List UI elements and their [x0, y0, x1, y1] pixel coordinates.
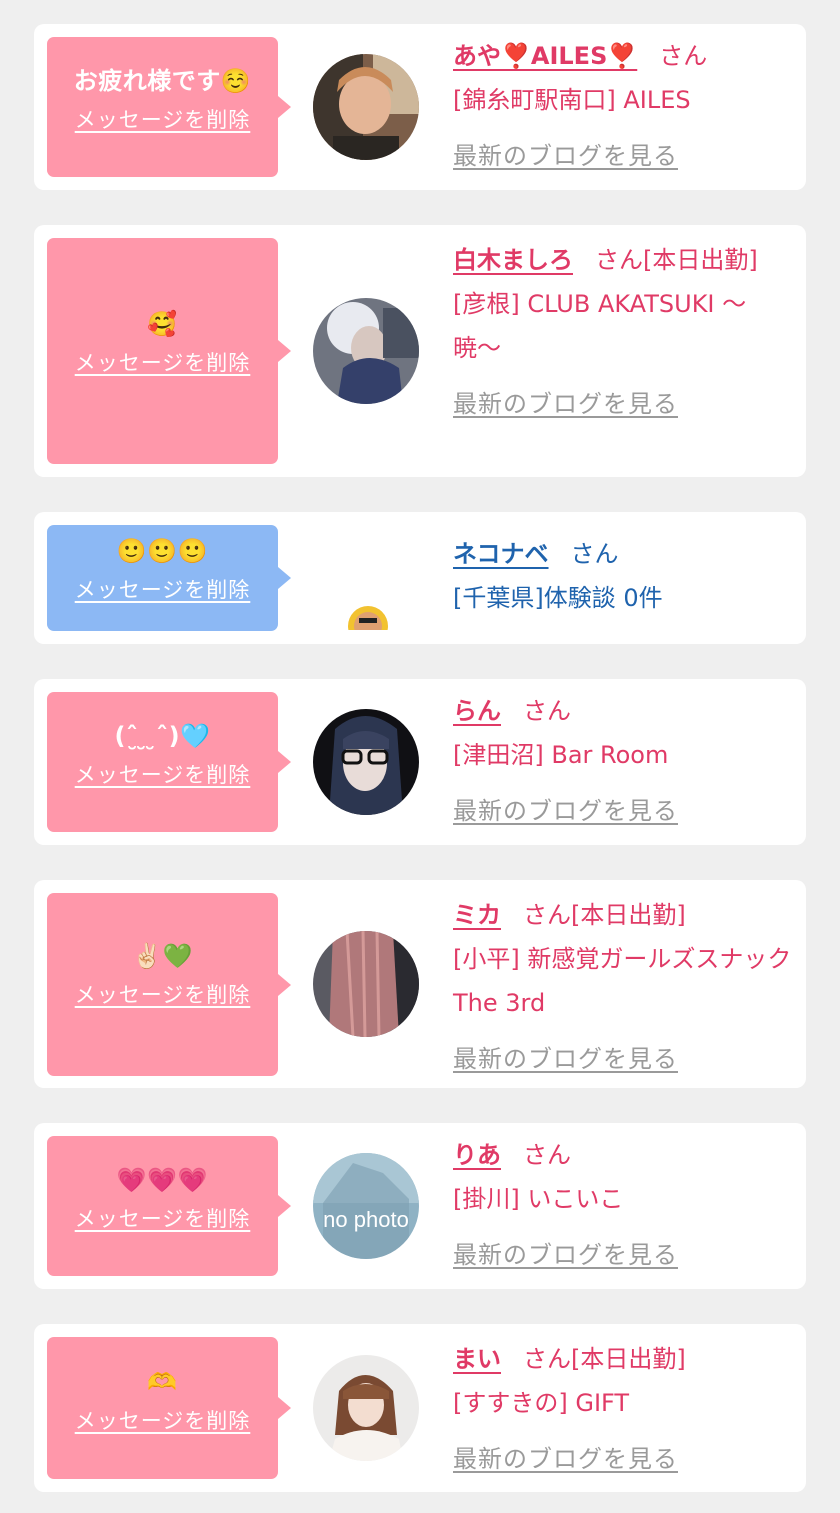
list-item: 🙂🙂🙂 メッセージを削除 ネコナベ さん [千葉県]体験談 0件: [34, 512, 806, 644]
girl-name-link[interactable]: ミカ: [453, 901, 501, 929]
avatar[interactable]: [313, 1355, 419, 1461]
shop-label: [錦糸町駅南口] AILES: [453, 86, 691, 114]
message-bubble: ✌🏻💚 メッセージを削除: [47, 893, 291, 1076]
honorific-label: さん: [570, 540, 619, 568]
message-text: ✌🏻💚: [132, 942, 193, 970]
shop-label: [小平] 新感覚ガールズスナック The 3rd: [453, 945, 792, 1017]
list-item: ✌🏻💚 メッセージを削除 ミカ さん[本日出勤] [小平] 新感覚ガールズスナック…: [34, 880, 806, 1088]
small-emoji-avatar[interactable]: [347, 604, 389, 630]
girl-info: りあ さん [掛川] いこいこ 最新のブログを見る: [453, 1133, 793, 1277]
message-text: 🙂🙂🙂: [116, 537, 209, 565]
message-bubble: お疲れ様です☺️ メッセージを削除: [47, 37, 291, 177]
girl-name-link[interactable]: りあ: [453, 1141, 501, 1169]
message-text: 🫶: [147, 1368, 178, 1396]
delete-message-link[interactable]: メッセージを削除: [75, 107, 251, 133]
girl-name-link[interactable]: らん: [453, 697, 501, 725]
delete-message-link[interactable]: メッセージを削除: [75, 1206, 251, 1232]
girl-name-link[interactable]: 白木ましろ: [453, 246, 573, 274]
avatar[interactable]: [313, 298, 419, 404]
honorific-label: さん: [523, 697, 571, 725]
honorific-label: さん: [523, 901, 571, 929]
honorific-label: さん: [523, 1345, 571, 1373]
message-bubble: 💗💗💗 メッセージを削除: [47, 1136, 291, 1276]
delete-message-link[interactable]: メッセージを削除: [75, 982, 251, 1008]
message-bubble: 🙂🙂🙂 メッセージを削除: [47, 525, 291, 631]
delete-message-link[interactable]: メッセージを削除: [75, 1408, 251, 1434]
shop-label: [彦根] CLUB AKATSUKI 〜暁〜: [453, 290, 747, 362]
delete-message-link[interactable]: メッセージを削除: [75, 350, 251, 376]
reviewer-info: ネコナベ さん [千葉県]体験談 0件: [453, 532, 793, 620]
list-item: 🥰 メッセージを削除 白木ましろ さん[本日出勤] [彦根] CLUB AKATS…: [34, 225, 806, 477]
list-item: 🫶 メッセージを削除 まい さん[本日出勤] [すすきの] GIFT 最新のブログ…: [34, 1324, 806, 1492]
message-bubble: 🫶 メッセージを削除: [47, 1337, 291, 1479]
message-text: 💗💗💗: [116, 1166, 209, 1194]
girl-name-link[interactable]: まい: [453, 1345, 501, 1373]
list-item: 💗💗💗 メッセージを削除 no photo りあ さん [掛川] いこいこ 最新の…: [34, 1123, 806, 1289]
girl-info: 白木ましろ さん[本日出勤] [彦根] CLUB AKATSUKI 〜暁〜 最新の…: [453, 238, 793, 426]
delete-message-link[interactable]: メッセージを削除: [75, 577, 251, 603]
girl-info: まい さん[本日出勤] [すすきの] GIFT 最新のブログを見る: [453, 1337, 793, 1481]
no-photo-text: no photo: [323, 1207, 409, 1232]
honorific-label: さん: [659, 42, 708, 70]
girl-info: らん さん [津田沼] Bar Room 最新のブログを見る: [453, 689, 793, 833]
list-item: (ˆ̮ ̮ ̮ˆ)🩵 メッセージを削除 らん さん [津田沼] Bar Room …: [34, 679, 806, 845]
latest-blog-link[interactable]: 最新のブログを見る: [453, 1037, 678, 1081]
avatar[interactable]: no photo: [313, 1153, 419, 1259]
message-text: お疲れ様です☺️: [73, 67, 252, 95]
message-list: お疲れ様です☺️ メッセージを削除 あや❣️AILES❣️ さん [錦糸町駅南口]…: [0, 0, 840, 1513]
avatar[interactable]: [313, 931, 419, 1037]
reviewer-name-link[interactable]: ネコナベ: [453, 540, 549, 568]
message-bubble: (ˆ̮ ̮ ̮ˆ)🩵 メッセージを削除: [47, 692, 291, 832]
shop-label: [津田沼] Bar Room: [453, 741, 669, 769]
delete-message-link[interactable]: メッセージを削除: [75, 762, 251, 788]
message-text: 🥰: [147, 310, 178, 338]
latest-blog-link[interactable]: 最新のブログを見る: [453, 789, 678, 833]
avatar[interactable]: [313, 54, 419, 160]
latest-blog-link[interactable]: 最新のブログを見る: [453, 134, 678, 178]
message-bubble: 🥰 メッセージを削除: [47, 238, 291, 464]
attendance-status: [本日出勤]: [571, 901, 686, 929]
honorific-label: さん: [523, 1141, 571, 1169]
shop-label: [掛川] いこいこ: [453, 1185, 624, 1213]
honorific-label: さん: [595, 246, 643, 274]
attendance-status: [本日出勤]: [643, 246, 758, 274]
latest-blog-link[interactable]: 最新のブログを見る: [453, 1437, 678, 1481]
list-item: お疲れ様です☺️ メッセージを削除 あや❣️AILES❣️ さん [錦糸町駅南口]…: [34, 24, 806, 190]
avatar[interactable]: [313, 709, 419, 815]
shop-label: [すすきの] GIFT: [453, 1389, 630, 1417]
girl-name-link[interactable]: あや❣️AILES❣️: [453, 42, 637, 70]
latest-blog-link[interactable]: 最新のブログを見る: [453, 1233, 678, 1277]
girl-info: ミカ さん[本日出勤] [小平] 新感覚ガールズスナック The 3rd 最新のブ…: [453, 893, 793, 1081]
girl-info: あや❣️AILES❣️ さん [錦糸町駅南口] AILES 最新のブログを見る: [453, 34, 793, 178]
review-count-label: [千葉県]体験談 0件: [453, 584, 663, 612]
message-text: (ˆ̮ ̮ ̮ˆ)🩵: [114, 722, 211, 750]
attendance-status: [本日出勤]: [571, 1345, 686, 1373]
latest-blog-link[interactable]: 最新のブログを見る: [453, 382, 678, 426]
